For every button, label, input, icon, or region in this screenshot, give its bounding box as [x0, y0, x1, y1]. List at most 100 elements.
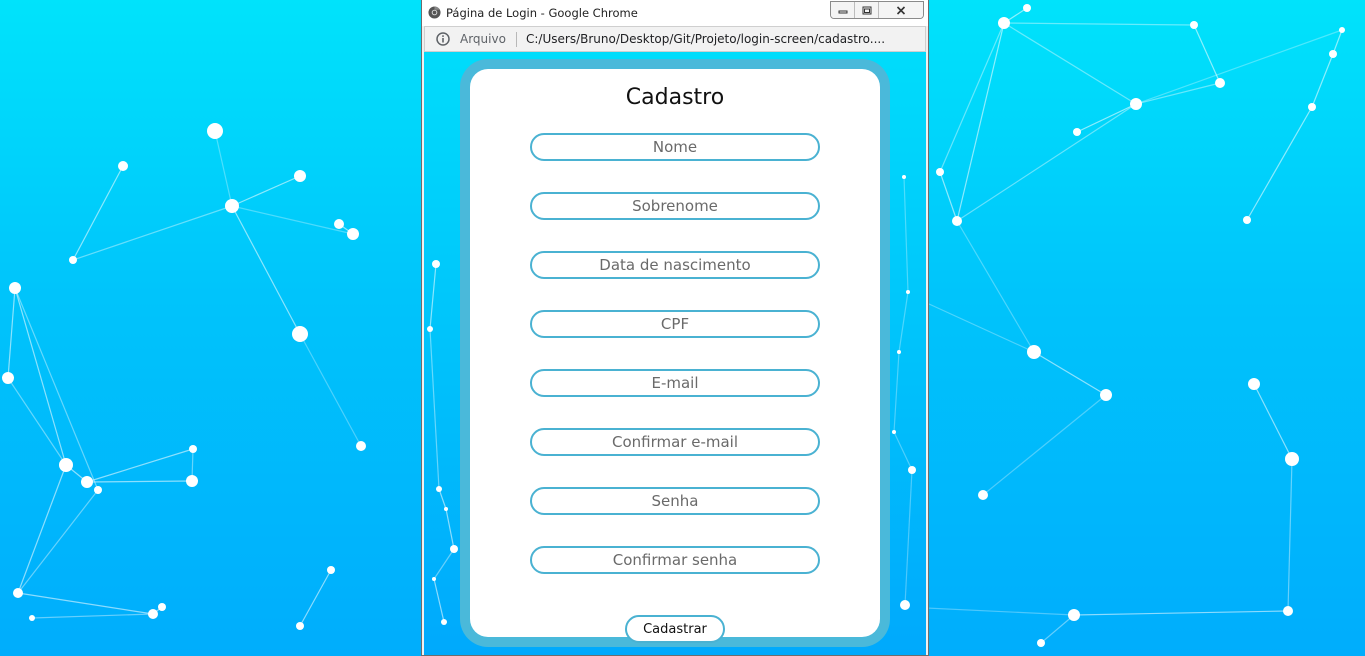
network-line	[438, 488, 447, 510]
network-line	[939, 171, 958, 222]
network-line	[1003, 22, 1195, 26]
network-line	[231, 175, 301, 207]
network-line	[1246, 106, 1313, 221]
network-node	[902, 175, 906, 179]
network-node	[978, 490, 988, 500]
network-node	[1285, 452, 1299, 466]
signup-form: Cadastro Cadastrar	[470, 69, 880, 643]
network-node	[186, 475, 198, 487]
network-node	[292, 326, 308, 342]
nome-input[interactable]	[530, 133, 820, 161]
network-node	[59, 458, 73, 472]
confirm-email-input[interactable]	[530, 428, 820, 456]
network-node	[296, 622, 304, 630]
network-node	[1037, 639, 1045, 647]
network-node	[908, 466, 916, 474]
form-title: Cadastro	[625, 85, 725, 110]
network-node	[1339, 27, 1345, 33]
network-node	[1248, 378, 1260, 390]
network-line	[1033, 351, 1107, 396]
restore-button[interactable]	[855, 2, 879, 18]
info-icon[interactable]	[436, 32, 450, 46]
network-line	[956, 22, 1005, 222]
password-input[interactable]	[530, 487, 820, 515]
network-line	[1135, 29, 1343, 105]
network-node	[427, 326, 433, 332]
network-line	[433, 578, 445, 623]
network-line	[939, 22, 1005, 173]
network-line	[17, 592, 154, 615]
network-node	[81, 476, 93, 488]
network-line	[14, 287, 99, 491]
network-node	[436, 486, 442, 492]
network-node	[327, 566, 335, 574]
network-line	[86, 480, 193, 483]
network-line	[904, 606, 1075, 616]
network-node	[906, 290, 910, 294]
network-line	[31, 613, 154, 619]
close-button[interactable]	[879, 2, 923, 18]
network-node	[356, 441, 366, 451]
network-node	[936, 168, 944, 176]
network-node	[892, 430, 896, 434]
network-node	[29, 615, 35, 621]
network-line	[1073, 610, 1289, 616]
network-line	[86, 448, 194, 483]
network-node	[1308, 103, 1316, 111]
network-line	[956, 103, 1137, 222]
page-viewport: Cadastro Cadastrar	[424, 52, 926, 655]
network-node	[94, 486, 102, 494]
network-node	[1027, 345, 1041, 359]
network-line	[903, 176, 909, 293]
network-node	[69, 256, 77, 264]
network-line	[1311, 53, 1334, 108]
network-node	[1243, 216, 1251, 224]
network-node	[1023, 4, 1031, 12]
cadastrar-button[interactable]: Cadastrar	[625, 615, 725, 643]
network-line	[1135, 82, 1221, 105]
network-node	[189, 445, 197, 453]
network-node	[294, 170, 306, 182]
address-separator	[516, 32, 517, 47]
confirm-password-input[interactable]	[530, 546, 820, 574]
email-input[interactable]	[530, 369, 820, 397]
network-line	[429, 328, 440, 490]
restore-icon	[862, 6, 871, 14]
network-line	[17, 464, 67, 594]
network-node	[1100, 389, 1112, 401]
network-node	[952, 216, 962, 226]
network-node	[897, 350, 901, 354]
network-line	[299, 569, 332, 627]
url-text[interactable]: C:/Users/Bruno/Desktop/Git/Projeto/login…	[526, 32, 885, 46]
window-titlebar[interactable]: Página de Login - Google Chrome	[422, 0, 928, 26]
network-node	[1215, 78, 1225, 88]
network-node	[148, 609, 158, 619]
chrome-icon	[428, 6, 441, 19]
network-line	[214, 130, 233, 207]
network-node	[1329, 50, 1337, 58]
cpf-input[interactable]	[530, 310, 820, 338]
network-line	[299, 333, 362, 447]
network-line	[1003, 22, 1137, 105]
minimize-icon	[838, 10, 847, 14]
network-line	[445, 508, 455, 550]
browser-window: Página de Login - Google Chrome Arquivo …	[421, 0, 929, 656]
sobrenome-input[interactable]	[530, 192, 820, 220]
network-node	[441, 619, 447, 625]
network-node	[225, 199, 239, 213]
network-line	[893, 431, 913, 471]
network-node	[450, 545, 458, 553]
network-node	[13, 588, 23, 598]
window-title: Página de Login - Google Chrome	[446, 6, 638, 20]
network-node	[347, 228, 359, 240]
network-line	[893, 351, 900, 433]
network-line	[17, 489, 99, 594]
network-node	[1073, 128, 1081, 136]
birthdate-input[interactable]	[530, 251, 820, 279]
minimize-button[interactable]	[831, 2, 855, 18]
address-bar[interactable]: Arquivo C:/Users/Bruno/Desktop/Git/Proje…	[424, 26, 926, 52]
network-line	[1287, 458, 1293, 612]
network-line	[14, 287, 67, 466]
close-icon	[896, 5, 906, 15]
network-node	[900, 600, 910, 610]
